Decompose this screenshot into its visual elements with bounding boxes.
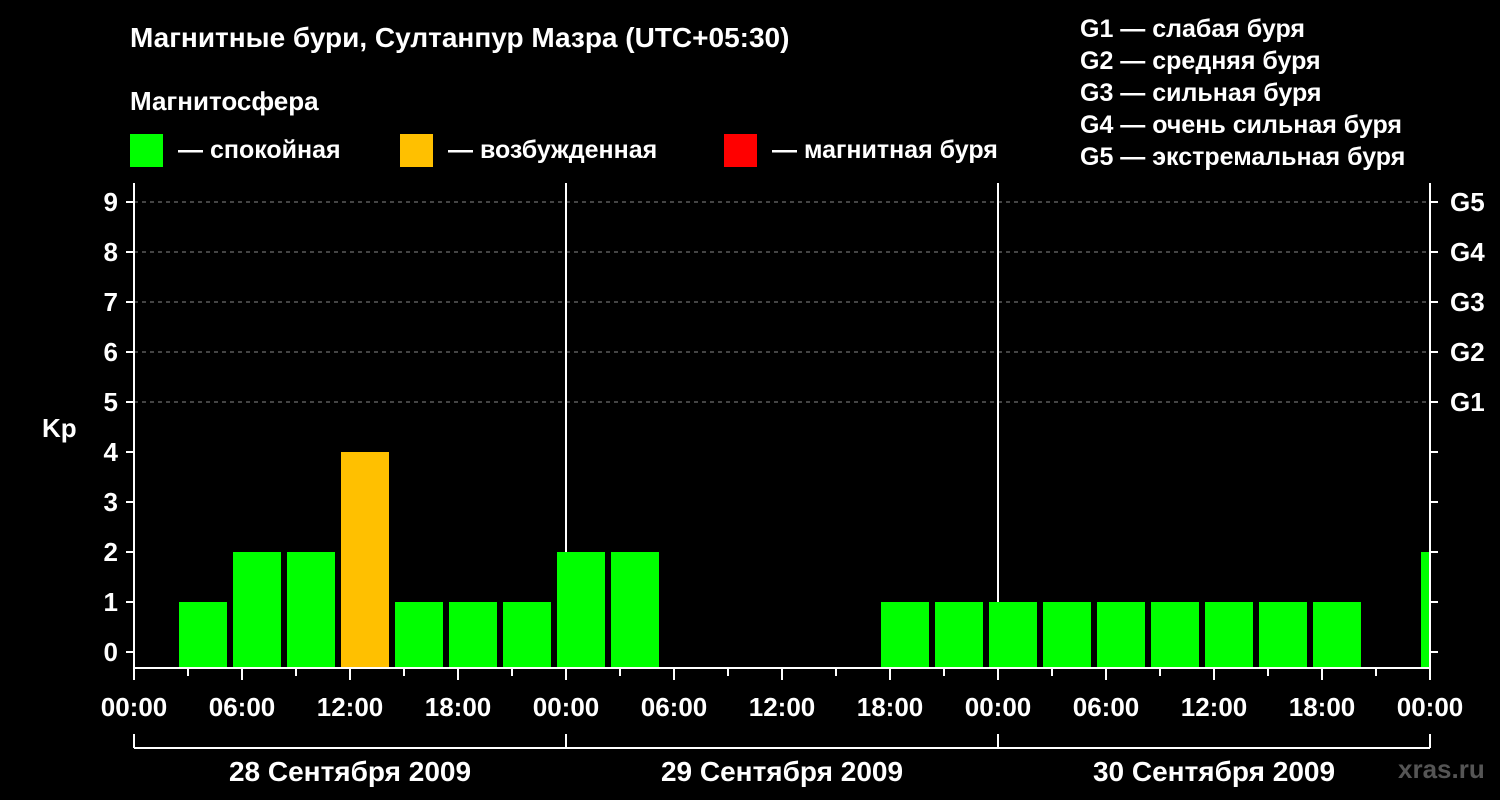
legend-label-storm: — магнитная буря	[772, 136, 998, 164]
y-tick-label: 8	[104, 237, 118, 267]
x-tick-label: 12:00	[749, 692, 816, 722]
g-scale-g3: G3 — сильная буря	[1080, 79, 1322, 107]
g-scale-g1: G1 — слабая буря	[1080, 15, 1305, 43]
y-axis-label: Kp	[42, 413, 77, 443]
x-tick-label: 00:00	[533, 692, 600, 722]
x-tick-label: 18:00	[857, 692, 924, 722]
kp-bar	[1151, 602, 1199, 668]
x-tick-label: 00:00	[1397, 692, 1464, 722]
legend-swatch-storm	[724, 134, 757, 167]
y-tick-label: 7	[104, 287, 118, 317]
right-tick-label: G3	[1450, 287, 1485, 317]
g-scale-g2: G2 — средняя буря	[1080, 47, 1321, 75]
date-label: 29 Сентября 2009	[661, 756, 903, 787]
kp-bar	[1097, 602, 1145, 668]
x-tick-label: 06:00	[641, 692, 708, 722]
kp-bar	[989, 602, 1037, 668]
x-tick-label: 06:00	[1073, 692, 1140, 722]
x-tick-label: 18:00	[425, 692, 492, 722]
legend-title: Магнитосфера	[130, 86, 319, 116]
right-tick-label: G4	[1450, 237, 1485, 267]
kp-bar	[503, 602, 551, 668]
y-tick-label: 9	[104, 187, 118, 217]
right-tick-label: G2	[1450, 337, 1485, 367]
date-label: 30 Сентября 2009	[1093, 756, 1335, 787]
y-tick-label: 3	[104, 487, 118, 517]
g-scale-g4: G4 — очень сильная буря	[1080, 111, 1402, 139]
y-tick-label: 1	[104, 587, 118, 617]
kp-bar	[449, 602, 497, 668]
plot-area: 0 1 2 3 4 5 6 7 8 9 G1 G2 G3 G4 G5 Kp 00:00 06:00 12:00 18:…	[42, 183, 1485, 787]
x-tick-label: 18:00	[1289, 692, 1356, 722]
kp-bar	[1313, 602, 1361, 668]
x-tick-label: 00:00	[965, 692, 1032, 722]
legend-label-unsettled: — возбужденная	[448, 136, 657, 164]
kp-bar	[179, 602, 227, 668]
right-tick-label: G1	[1450, 387, 1485, 417]
right-tick-label: G5	[1450, 187, 1485, 217]
kp-bar	[557, 552, 605, 668]
kp-bar	[1043, 602, 1091, 668]
kp-chart: Магнитные бури, Султанпур Мазра (UTC+05:…	[42, 15, 1485, 787]
y-tick-label: 0	[104, 637, 118, 667]
kp-bar	[233, 552, 281, 668]
kp-bar	[287, 552, 335, 668]
y-tick-label: 4	[104, 437, 119, 467]
legend-swatch-quiet	[130, 134, 163, 167]
g-scale-g5: G5 — экстремальная буря	[1080, 143, 1405, 171]
y-tick-label: 2	[104, 537, 118, 567]
x-tick-label: 12:00	[1181, 692, 1248, 722]
legend-swatch-unsettled	[400, 134, 433, 167]
x-tick-label: 12:00	[317, 692, 384, 722]
kp-bar	[1259, 602, 1307, 668]
kp-bar	[935, 602, 983, 668]
watermark: xras.ru	[1398, 754, 1485, 784]
kp-bar	[1421, 552, 1430, 668]
kp-bar	[341, 452, 389, 668]
kp-bar	[611, 552, 659, 668]
y-tick-label: 6	[104, 337, 118, 367]
x-tick-label: 06:00	[209, 692, 276, 722]
kp-bar	[395, 602, 443, 668]
chart-title: Магнитные бури, Султанпур Мазра (UTC+05:…	[130, 22, 789, 53]
kp-bar	[881, 602, 929, 668]
y-tick-label: 5	[104, 387, 118, 417]
date-label: 28 Сентября 2009	[229, 756, 471, 787]
legend-label-quiet: — спокойная	[178, 136, 341, 164]
kp-bar	[1205, 602, 1253, 668]
x-tick-label: 00:00	[101, 692, 168, 722]
